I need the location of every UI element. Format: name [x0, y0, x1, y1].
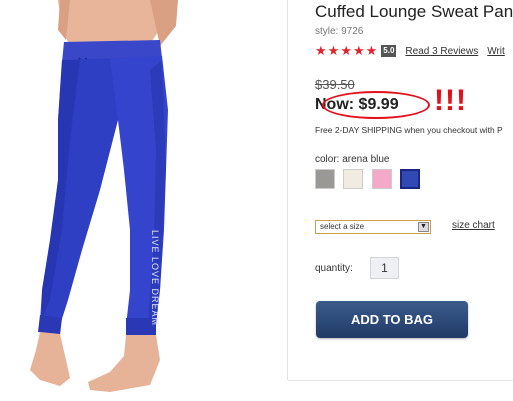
- section-divider: [288, 380, 513, 381]
- shipping-note: Free 2-DAY SHIPPING when you checkout wi…: [315, 125, 503, 135]
- color-swatch-pink[interactable]: [372, 169, 392, 189]
- size-select-value: select a size: [320, 222, 365, 231]
- rating-badge: 5.0: [381, 45, 397, 57]
- star-icon: ★: [365, 43, 378, 58]
- add-to-bag-button[interactable]: ADD TO BAG: [316, 301, 468, 338]
- size-chart-link[interactable]: size chart: [452, 220, 495, 231]
- exclamation-annotation: !!!: [434, 84, 467, 117]
- read-reviews-link[interactable]: Read 3 Reviews: [405, 46, 478, 57]
- star-icon: ★: [340, 43, 352, 58]
- star-icon: ★: [352, 43, 365, 58]
- product-image: LIVE LOVE DREAM: [0, 0, 296, 401]
- column-divider: [287, 0, 288, 380]
- quantity-label: quantity:: [315, 263, 353, 274]
- color-swatch-grey[interactable]: [315, 169, 335, 189]
- style-number: style: 9726: [315, 26, 364, 37]
- price-highlight-circle: [322, 91, 430, 119]
- chevron-down-icon[interactable]: ▼: [418, 222, 429, 232]
- original-price: $39.50: [315, 77, 355, 92]
- product-photo: LIVE LOVE DREAM: [30, 0, 178, 392]
- size-select[interactable]: select a size ▼: [315, 220, 431, 234]
- quantity-input[interactable]: 1: [370, 257, 399, 279]
- pants-print-text: LIVE LOVE DREAM: [150, 230, 160, 326]
- color-label: color: arena blue: [315, 154, 390, 165]
- product-title: Cuffed Lounge Sweat Pants: [315, 2, 513, 21]
- color-swatch-arena-blue[interactable]: [400, 169, 420, 189]
- rating-row: ★ ★ ★ ★ ★ 5.0 Read 3 Reviews Writ: [315, 44, 505, 58]
- star-icon: ★: [315, 43, 327, 58]
- write-review-link[interactable]: Writ: [487, 46, 505, 57]
- star-icon: ★: [327, 43, 340, 58]
- color-swatch-cream[interactable]: [343, 169, 363, 189]
